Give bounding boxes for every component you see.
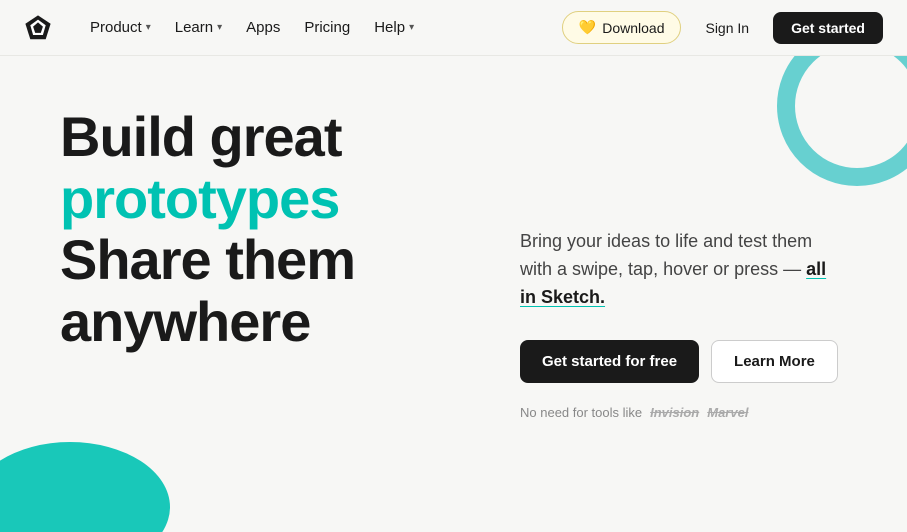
download-button[interactable]: 💛 Download: [562, 11, 682, 44]
headline-line3: Share them: [60, 228, 355, 291]
nav-item-apps[interactable]: Apps: [236, 13, 290, 42]
nav-links: Product ▾ Learn ▾ Apps Pricing Help ▾: [80, 13, 562, 42]
chevron-down-icon: ▾: [146, 22, 151, 33]
logo[interactable]: [24, 14, 52, 42]
nav-item-pricing[interactable]: Pricing: [294, 13, 360, 42]
navbar: Product ▾ Learn ▾ Apps Pricing Help ▾ 💛 …: [0, 0, 907, 56]
hero-headline-block: Build great prototypes Share them anywhe…: [60, 96, 480, 532]
nav-actions: 💛 Download Sign In Get started: [562, 11, 883, 44]
hero-headline: Build great prototypes Share them anywhe…: [60, 106, 480, 352]
no-need-section: No need for tools like Invision Marvel: [520, 405, 847, 420]
nav-item-product[interactable]: Product ▾: [80, 13, 161, 42]
download-icon: 💛: [579, 19, 596, 36]
cta-primary-button[interactable]: Get started for free: [520, 340, 699, 383]
tool1-logo: Invision: [650, 405, 699, 420]
headline-line2-accent: prototypes: [60, 167, 339, 230]
signin-button[interactable]: Sign In: [691, 13, 763, 43]
headline-line4: anywhere: [60, 290, 310, 353]
hero-description: Bring your ideas to life and test them w…: [520, 228, 847, 312]
headline-line1: Build great: [60, 105, 341, 168]
nav-item-learn[interactable]: Learn ▾: [165, 13, 232, 42]
tool2-logo: Marvel: [707, 405, 748, 420]
nav-item-help[interactable]: Help ▾: [364, 13, 424, 42]
hero-content-block: Bring your ideas to life and test them w…: [480, 96, 847, 532]
chevron-down-icon: ▾: [217, 22, 222, 33]
hero-section: Build great prototypes Share them anywhe…: [0, 56, 907, 532]
getstarted-button[interactable]: Get started: [773, 12, 883, 44]
hero-cta-group: Get started for free Learn More: [520, 340, 847, 383]
chevron-down-icon: ▾: [409, 22, 414, 33]
cta-secondary-button[interactable]: Learn More: [711, 340, 838, 383]
